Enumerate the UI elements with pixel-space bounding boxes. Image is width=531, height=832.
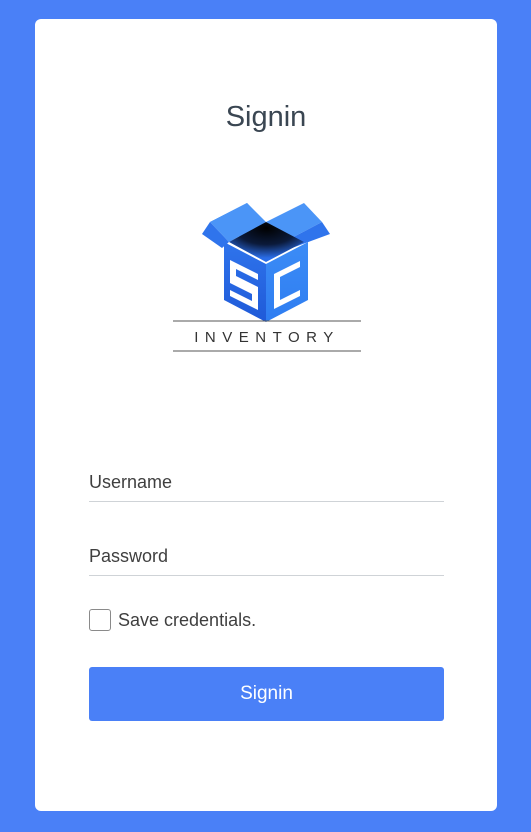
save-credentials-label: Save credentials. <box>118 609 257 630</box>
logo-wordmark: INVENTORY <box>194 329 339 346</box>
page-title: Signin <box>225 101 307 133</box>
save-credentials-row[interactable]: Save credentials. <box>89 607 256 633</box>
inventory-logo: INVENTORY <box>172 202 362 354</box>
password-input[interactable] <box>89 537 444 576</box>
signin-button[interactable]: Signin <box>89 667 444 721</box>
username-input[interactable] <box>89 463 444 502</box>
save-credentials-checkbox[interactable] <box>89 609 111 631</box>
box-logo-icon: INVENTORY <box>173 203 361 352</box>
signin-card: Signin INVENTORY Username Save credentia… <box>35 19 497 811</box>
